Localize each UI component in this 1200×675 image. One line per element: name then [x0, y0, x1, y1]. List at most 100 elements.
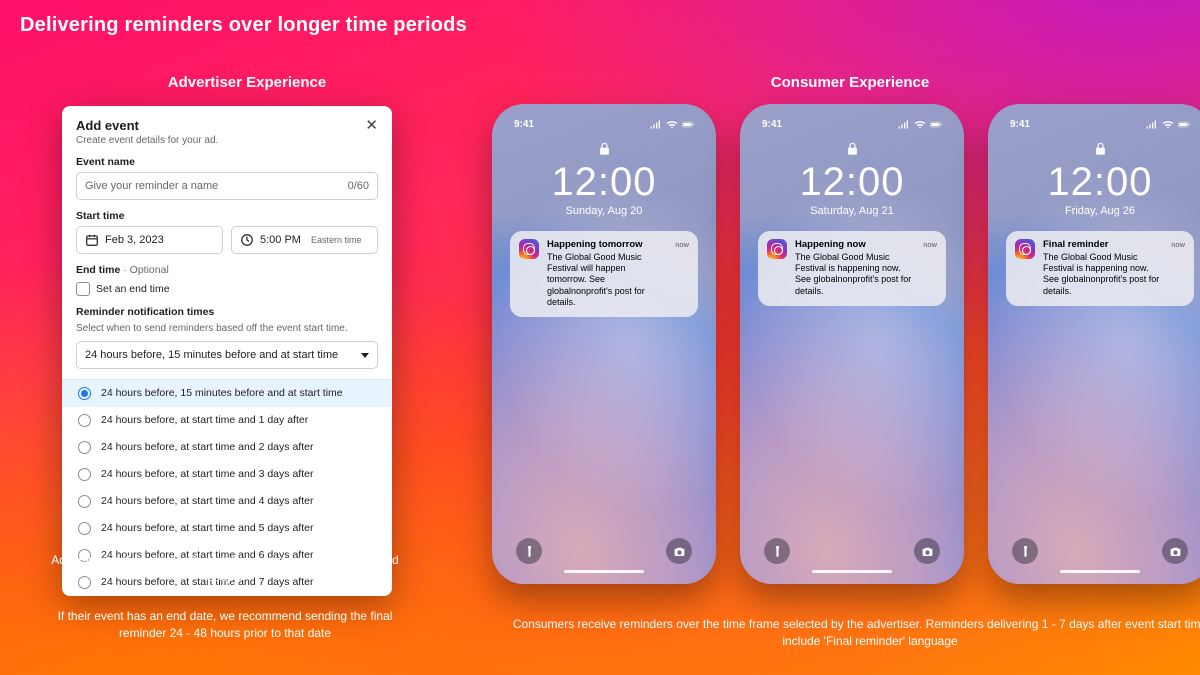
- notification-time: now: [675, 240, 689, 249]
- wifi-icon: [666, 120, 678, 129]
- radio-icon: [78, 522, 91, 535]
- status-bar: 9:41: [996, 112, 1200, 134]
- reminder-option[interactable]: 24 hours before, at start time and 1 day…: [62, 407, 392, 434]
- start-time-value: 5:00 PM: [260, 234, 301, 246]
- phone-mockup: 9:41 12:00Sunday, Aug 20 Happening tomorro…: [492, 104, 716, 584]
- end-time-checkbox-label: Set an end time: [96, 283, 170, 295]
- reminder-select[interactable]: 24 hours before, 15 minutes before and a…: [76, 341, 378, 369]
- lock-icon: [500, 140, 708, 158]
- status-time: 9:41: [514, 119, 534, 130]
- lock-icon: [996, 140, 1200, 158]
- lock-date: Saturday, Aug 21: [748, 205, 956, 217]
- signal-icon: [650, 120, 662, 129]
- reminder-label: Reminder notification times: [76, 306, 378, 318]
- chevron-down-icon: [361, 353, 369, 358]
- reminder-option[interactable]: 24 hours before, at start time and 5 day…: [62, 515, 392, 542]
- consumer-phones: 9:4112:00Sunday, Aug 20Happening tomorro…: [492, 104, 1200, 584]
- reminder-option-label: 24 hours before, at start time and 1 day…: [101, 414, 308, 427]
- reminder-option-label: 24 hours before, at start time and 5 day…: [101, 522, 313, 535]
- status-time: 9:41: [1010, 119, 1030, 130]
- signal-icon: [898, 120, 910, 129]
- flashlight-button[interactable]: [516, 538, 542, 564]
- home-indicator: [564, 570, 644, 574]
- reminder-option[interactable]: 24 hours before, 15 minutes before and a…: [62, 380, 392, 407]
- card-subtitle: Create event details for your ad.: [76, 135, 218, 146]
- status-time: 9:41: [762, 119, 782, 130]
- checkbox-icon[interactable]: [76, 282, 90, 296]
- start-time-input[interactable]: 5:00 PM Eastern time: [231, 226, 378, 254]
- timezone-label: Eastern time: [311, 235, 362, 245]
- lock-date: Friday, Aug 26: [996, 205, 1200, 217]
- card-title: Add event: [76, 118, 218, 133]
- radio-icon: [78, 441, 91, 454]
- reminder-option[interactable]: 24 hours before, at start time and 3 day…: [62, 461, 392, 488]
- flashlight-button[interactable]: [1012, 538, 1038, 564]
- clock-icon: [240, 233, 254, 247]
- advertiser-copy-2: If their event has an end date, we recom…: [40, 608, 410, 643]
- lock-icon: [748, 140, 956, 158]
- calendar-icon: [85, 233, 99, 247]
- radio-icon: [78, 414, 91, 427]
- notification-body: The Global Good Music Festival will happ…: [547, 252, 645, 307]
- reminder-option[interactable]: 24 hours before, at start time and 4 day…: [62, 488, 392, 515]
- notification[interactable]: Final reminderThe Global Good Music Fest…: [1006, 231, 1194, 306]
- notification-time: now: [923, 240, 937, 249]
- camera-button[interactable]: [914, 538, 940, 564]
- consumer-heading: Consumer Experience: [500, 74, 1200, 91]
- close-icon[interactable]: ✕: [365, 118, 378, 133]
- notification-body: The Global Good Music Festival is happen…: [795, 252, 911, 296]
- radio-icon: [78, 387, 91, 400]
- event-name-placeholder: Give your reminder a name: [85, 180, 218, 192]
- notification-body: The Global Good Music Festival is happen…: [1043, 252, 1159, 296]
- status-bar: 9:41: [500, 112, 708, 134]
- status-bar: 9:41: [748, 112, 956, 134]
- camera-button[interactable]: [666, 538, 692, 564]
- event-name-input[interactable]: Give your reminder a name 0/60: [76, 172, 378, 200]
- flashlight-button[interactable]: [764, 538, 790, 564]
- notification-title: Final reminder: [1043, 239, 1163, 251]
- lock-clock: 12:00: [996, 160, 1200, 205]
- instagram-icon: [519, 239, 539, 259]
- reminder-option-label: 24 hours before, 15 minutes before and a…: [101, 387, 343, 400]
- reminder-helper: Select when to send reminders based off …: [76, 322, 378, 335]
- reminder-option-label: 24 hours before, at start time and 4 day…: [101, 495, 313, 508]
- lock-date: Sunday, Aug 20: [500, 205, 708, 217]
- radio-icon: [78, 495, 91, 508]
- notification-title: Happening tomorrow: [547, 239, 667, 251]
- wifi-icon: [1162, 120, 1174, 129]
- camera-button[interactable]: [1162, 538, 1188, 564]
- reminder-option-label: 24 hours before, at start time and 2 day…: [101, 441, 313, 454]
- start-date-value: Feb 3, 2023: [105, 234, 164, 246]
- phone-mockup: 9:41 12:00Friday, Aug 26 Final reminderThe…: [988, 104, 1200, 584]
- advertiser-heading: Advertiser Experience: [62, 74, 432, 91]
- lock-clock: 12:00: [500, 160, 708, 205]
- end-time-checkbox-row[interactable]: Set an end time: [76, 282, 378, 296]
- reminder-option[interactable]: 24 hours before, at start time and 2 day…: [62, 434, 392, 461]
- event-name-label: Event name: [76, 156, 378, 168]
- battery-icon: [1178, 120, 1190, 129]
- reminder-select-value: 24 hours before, 15 minutes before and a…: [85, 349, 338, 361]
- phone-mockup: 9:41 12:00Saturday, Aug 21 Happening nowTh…: [740, 104, 964, 584]
- lock-clock: 12:00: [748, 160, 956, 205]
- radio-icon: [78, 468, 91, 481]
- page-title: Delivering reminders over longer time pe…: [20, 14, 467, 37]
- notification[interactable]: Happening tomorrowThe Global Good Music …: [510, 231, 698, 317]
- signal-icon: [1146, 120, 1158, 129]
- battery-icon: [930, 120, 942, 129]
- end-time-label: End time · Optional: [76, 264, 378, 276]
- home-indicator: [812, 570, 892, 574]
- wifi-icon: [914, 120, 926, 129]
- start-time-label: Start time: [76, 210, 378, 222]
- event-name-counter: 0/60: [348, 180, 369, 192]
- battery-icon: [682, 120, 694, 129]
- instagram-icon: [1015, 239, 1035, 259]
- instagram-icon: [767, 239, 787, 259]
- start-date-input[interactable]: Feb 3, 2023: [76, 226, 223, 254]
- notification-title: Happening now: [795, 239, 915, 251]
- notification-time: now: [1171, 240, 1185, 249]
- home-indicator: [1060, 570, 1140, 574]
- add-event-card: Add event Create event details for your …: [62, 106, 392, 596]
- notification[interactable]: Happening nowThe Global Good Music Festi…: [758, 231, 946, 306]
- advertiser-copy-1: Advertisers select their preferred time …: [40, 552, 410, 587]
- consumer-copy: Consumers receive reminders over the tim…: [500, 616, 1200, 651]
